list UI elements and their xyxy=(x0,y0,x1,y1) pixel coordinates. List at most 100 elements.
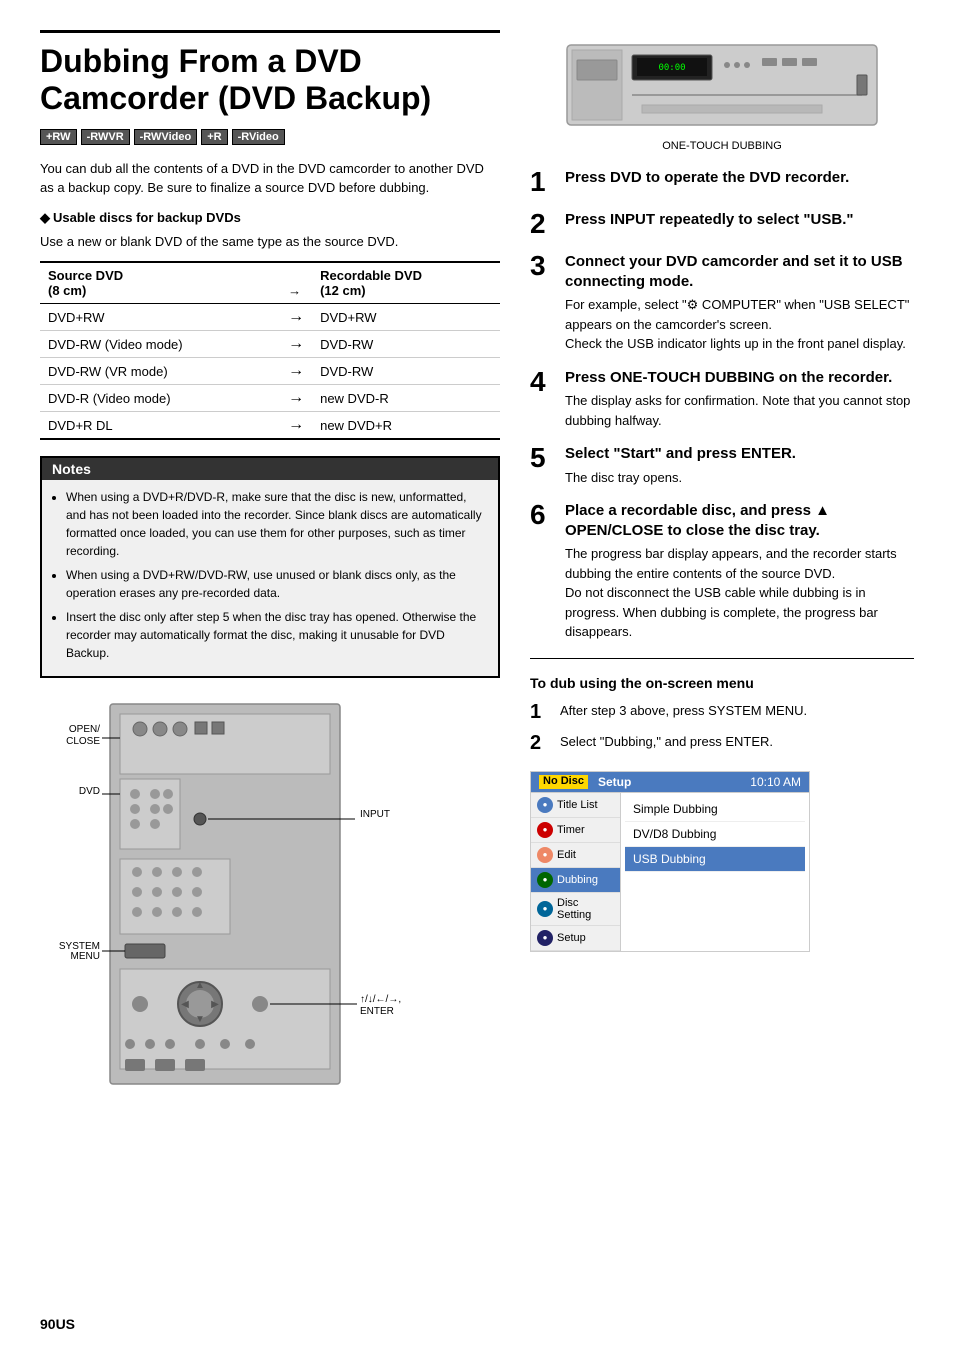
menu-sidebar-item[interactable]: ● Edit xyxy=(531,843,620,868)
section-divider xyxy=(530,658,914,659)
step-item: 1 Press DVD to operate the DVD recorder. xyxy=(530,168,914,196)
table-header-recordable: Recordable DVD(12 cm) xyxy=(312,262,500,304)
step-number: 1 xyxy=(530,168,555,196)
badge-minus-rwvideo: -RWVideo xyxy=(134,129,198,145)
page-title: Dubbing From a DVD Camcorder (DVD Backup… xyxy=(40,30,500,117)
target-dvd-cell: DVD+RW xyxy=(312,304,500,331)
step-number: 6 xyxy=(530,501,555,529)
sub-step-number: 1 xyxy=(530,701,550,724)
left-column: Dubbing From a DVD Camcorder (DVD Backup… xyxy=(40,30,500,1114)
recorder-image: 00:00 xyxy=(530,30,914,140)
badge-minus-rwvr: -RWVR xyxy=(81,129,130,145)
target-dvd-cell: DVD-RW xyxy=(312,331,500,358)
arrow-cell: → xyxy=(280,304,312,331)
note-item: Insert the disc only after step 5 when t… xyxy=(66,608,488,662)
menu-item-label: Title List xyxy=(557,799,598,811)
target-dvd-cell: new DVD+R xyxy=(312,412,500,440)
svg-text:▲: ▲ xyxy=(195,980,205,991)
menu-item-label: Disc Setting xyxy=(557,897,614,921)
page-number: 90US xyxy=(40,1316,75,1332)
menu-content-item[interactable]: DV/D8 Dubbing xyxy=(625,822,805,847)
step-item: 5 Select "Start" and press ENTER. The di… xyxy=(530,444,914,487)
step-content: Press DVD to operate the DVD recorder. xyxy=(565,168,914,192)
svg-text:▼: ▼ xyxy=(195,1014,205,1025)
step-content: Connect your DVD camcorder and set it to… xyxy=(565,252,914,354)
step-title: Press DVD to operate the DVD recorder. xyxy=(565,168,914,188)
right-column: 00:00 ONE-TOUCH DUBBING xyxy=(530,30,914,1114)
badge-plus-r: +R xyxy=(201,129,227,145)
source-dvd-cell: DVD+RW xyxy=(40,304,280,331)
menu-sidebar-item[interactable]: ● Setup xyxy=(531,926,620,951)
menu-sidebar-item[interactable]: ● Disc Setting xyxy=(531,893,620,926)
note-item: When using a DVD+RW/DVD-RW, use unused o… xyxy=(66,566,488,602)
step-item: 6 Place a recordable disc, and press ▲ O… xyxy=(530,501,914,642)
step-content: Select "Start" and press ENTER. The disc… xyxy=(565,444,914,487)
menu-content-item[interactable]: Simple Dubbing xyxy=(625,797,805,822)
menu-content: Simple DubbingDV/D8 DubbingUSB Dubbing xyxy=(621,793,809,951)
table-header-arrow: → xyxy=(280,262,312,304)
format-badges: +RW -RWVR -RWVideo +R -RVideo xyxy=(40,129,500,145)
svg-text:00:00: 00:00 xyxy=(658,63,685,73)
svg-text:MENU: MENU xyxy=(71,951,100,962)
svg-text:▶: ▶ xyxy=(211,999,219,1010)
menu-header: No Disc Setup 10:10 AM xyxy=(531,772,809,792)
notes-list: When using a DVD+R/DVD-R, make sure that… xyxy=(52,488,488,662)
source-dvd-cell: DVD-RW (VR mode) xyxy=(40,358,280,385)
sub-step-content: Select "Dubbing," and press ENTER. xyxy=(560,732,773,755)
notes-content: When using a DVD+R/DVD-R, make sure that… xyxy=(42,480,498,676)
usable-discs-title: Usable discs for backup DVDs xyxy=(40,210,500,226)
step-desc: The disc tray opens. xyxy=(565,468,914,488)
step-item: 2 Press INPUT repeatedly to select "USB.… xyxy=(530,210,914,238)
usable-discs-desc: Use a new or blank DVD of the same type … xyxy=(40,232,500,252)
source-dvd-cell: DVD-R (Video mode) xyxy=(40,385,280,412)
sub-steps-container: 1 After step 3 above, press SYSTEM MENU.… xyxy=(530,701,914,755)
sub-step-item: 2 Select "Dubbing," and press ENTER. xyxy=(530,732,914,755)
menu-sidebar-item[interactable]: ● Dubbing xyxy=(531,868,620,893)
step-title: Place a recordable disc, and press ▲ OPE… xyxy=(565,501,914,540)
menu-sidebar-item[interactable]: ● Title List xyxy=(531,793,620,818)
recorder-svg: 00:00 xyxy=(562,30,882,140)
sub-step-item: 1 After step 3 above, press SYSTEM MENU. xyxy=(530,701,914,724)
menu-item-icon: ● xyxy=(537,901,553,917)
arrow-cell: → xyxy=(280,385,312,412)
table-row: DVD+RW → DVD+RW xyxy=(40,304,500,331)
menu-item-icon: ● xyxy=(537,847,553,863)
device-panel-diagram: ▲ ▼ ◀ ▶ xyxy=(40,694,500,1114)
step-desc: For example, select "⚙ COMPUTER" when "U… xyxy=(565,295,914,354)
svg-text:◀: ◀ xyxy=(181,999,189,1010)
svg-text:INPUT: INPUT xyxy=(360,809,390,820)
sub-step-number: 2 xyxy=(530,732,550,755)
menu-item-icon: ● xyxy=(537,822,553,838)
source-dvd-cell: DVD-RW (Video mode) xyxy=(40,331,280,358)
badge-minus-rvideo: -RVideo xyxy=(232,129,285,145)
svg-text:DVD: DVD xyxy=(79,786,100,797)
note-item: When using a DVD+R/DVD-R, make sure that… xyxy=(66,488,488,560)
step-title: Press ONE-TOUCH DUBBING on the recorder. xyxy=(565,368,914,388)
sub-step-content: After step 3 above, press SYSTEM MENU. xyxy=(560,701,807,724)
table-row: DVD-RW (VR mode) → DVD-RW xyxy=(40,358,500,385)
menu-header-left: No Disc Setup xyxy=(539,775,631,789)
sub-section-title: To dub using the on-screen menu xyxy=(530,675,914,691)
step-number: 4 xyxy=(530,368,555,396)
table-row: DVD-R (Video mode) → new DVD-R xyxy=(40,385,500,412)
notes-box: Notes When using a DVD+R/DVD-R, make sur… xyxy=(40,456,500,678)
top-section: Dubbing From a DVD Camcorder (DVD Backup… xyxy=(40,30,914,1114)
panel-svg: ▲ ▼ ◀ ▶ xyxy=(40,694,420,1114)
page-container: Dubbing From a DVD Camcorder (DVD Backup… xyxy=(40,30,914,1114)
notes-title: Notes xyxy=(42,458,498,480)
step-desc: The display asks for confirmation. Note … xyxy=(565,391,914,430)
menu-setup-label: Setup xyxy=(598,775,631,789)
step-desc: The progress bar display appears, and th… xyxy=(565,544,914,642)
menu-no-disc-badge: No Disc xyxy=(539,775,588,789)
menu-sidebar: ● Title List ● Timer ● Edit ● Dubbing ● … xyxy=(531,793,621,951)
table-header-source: Source DVD(8 cm) xyxy=(40,262,280,304)
menu-sidebar-item[interactable]: ● Timer xyxy=(531,818,620,843)
arrow-cell: → xyxy=(280,331,312,358)
arrow-cell: → xyxy=(280,358,312,385)
table-row: DVD+R DL → new DVD+R xyxy=(40,412,500,440)
svg-text:↑/↓/←/→,: ↑/↓/←/→, xyxy=(360,994,401,1005)
menu-content-item[interactable]: USB Dubbing xyxy=(625,847,805,872)
step-number: 2 xyxy=(530,210,555,238)
intro-text: You can dub all the contents of a DVD in… xyxy=(40,159,500,198)
step-number: 5 xyxy=(530,444,555,472)
